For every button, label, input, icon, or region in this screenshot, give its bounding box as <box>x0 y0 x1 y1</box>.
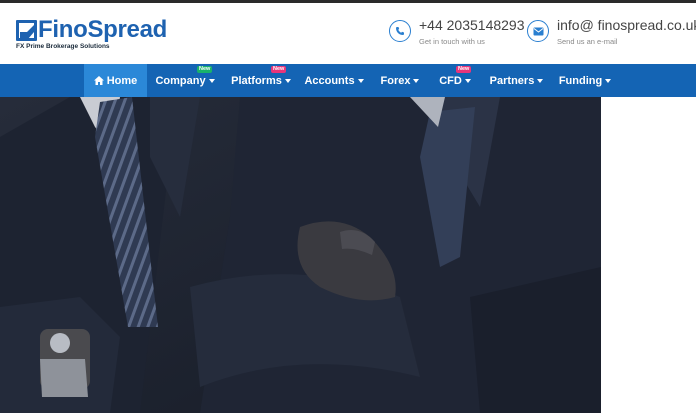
nav-platforms-label: Platforms <box>231 74 282 87</box>
nav-company-label: Company <box>155 74 206 87</box>
email-address[interactable]: info@ finospread.co.uk <box>557 17 696 33</box>
phone-icon <box>389 20 411 42</box>
nav-funding[interactable]: Funding <box>556 64 614 97</box>
phone-number[interactable]: +44 2035148293 <box>419 17 525 33</box>
hero-image <box>0 97 601 413</box>
new-badge: New <box>197 66 213 73</box>
site-header: FinoSpread FX Prime Brokerage Solutions … <box>0 3 696 64</box>
chevron-down-icon <box>284 79 291 83</box>
nav-platforms[interactable]: New Platforms <box>228 64 294 97</box>
chevron-down-icon <box>605 79 612 83</box>
email-contact[interactable]: info@ finospread.co.uk Send us an e-mail <box>527 17 696 51</box>
nav-accounts-label: Accounts <box>304 74 355 87</box>
home-icon <box>93 76 104 85</box>
nav-cfd-label: CFD <box>439 74 462 87</box>
logo-mark-icon <box>16 20 37 41</box>
phone-contact[interactable]: +44 2035148293 Get in touch with us <box>389 17 525 51</box>
logo-tagline: FX Prime Brokerage Solutions <box>16 43 110 50</box>
envelope-icon <box>527 20 549 42</box>
nav-company[interactable]: New Company <box>152 64 218 97</box>
nav-cfd[interactable]: New CFD <box>433 64 477 97</box>
finospread-logo[interactable]: FinoSpread FX Prime Brokerage Solutions <box>16 16 176 55</box>
new-badge: New <box>271 66 287 73</box>
chevron-down-icon <box>413 79 420 83</box>
nav-accounts[interactable]: Accounts <box>303 64 365 97</box>
nav-forex[interactable]: Forex <box>375 64 425 97</box>
nav-partners-label: Partners <box>489 74 535 87</box>
main-nav: Home New Company New Platforms Accounts … <box>0 64 696 97</box>
chevron-down-icon <box>357 79 364 83</box>
nav-partners[interactable]: Partners <box>487 64 546 97</box>
nav-home[interactable]: Home <box>84 64 147 97</box>
chevron-down-icon <box>208 79 215 83</box>
phone-caption: Get in touch with us <box>419 37 485 46</box>
logo-wordmark: FinoSpread <box>38 16 168 43</box>
nav-funding-label: Funding <box>558 74 603 87</box>
chevron-down-icon <box>464 79 471 83</box>
business-suits-illustration <box>0 97 601 413</box>
email-caption: Send us an e-mail <box>557 37 618 46</box>
nav-forex-label: Forex <box>380 74 411 87</box>
nav-home-label: Home <box>106 74 138 87</box>
chevron-down-icon <box>537 79 544 83</box>
new-badge: New <box>456 66 472 73</box>
